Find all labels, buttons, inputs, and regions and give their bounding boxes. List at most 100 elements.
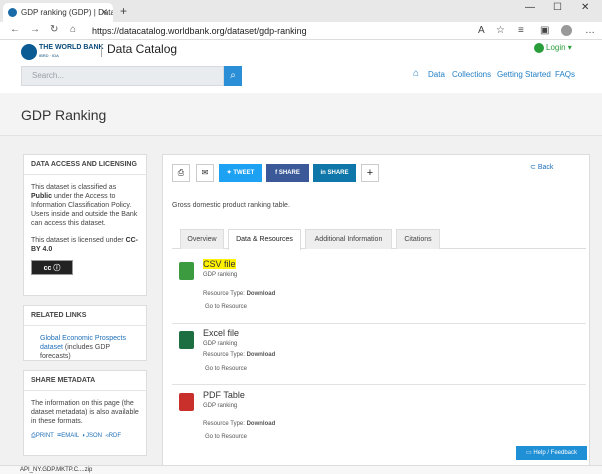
resource-type-value: Download — [246, 352, 276, 358]
world-bank-logo-text[interactable]: THE WORLD BANK IBRD · IDA — [39, 44, 104, 60]
read-aloud-icon[interactable]: A — [478, 25, 485, 36]
search-input[interactable]: Search... — [21, 66, 224, 86]
collections-icon[interactable]: ▣ — [540, 25, 549, 36]
email-link[interactable]: ✉EMAIL — [57, 433, 79, 439]
pdf-file-icon — [179, 393, 194, 411]
access-licensing-body: This dataset is classified as Public und… — [24, 175, 146, 283]
email-label: EMAIL — [61, 433, 79, 439]
header-divider — [101, 44, 102, 57]
new-tab-button[interactable]: + — [120, 3, 127, 19]
more-share-button[interactable]: + — [361, 164, 379, 182]
nav-data[interactable]: Data — [428, 70, 445, 79]
minimize-button[interactable]: — — [525, 2, 535, 13]
share-text: The information on this page (the datase… — [31, 400, 139, 425]
logo-line-1: THE WORLD BANK — [39, 44, 104, 51]
resource-type: Resource Type: Download — [203, 291, 275, 297]
email-button[interactable]: ✉ — [196, 164, 214, 182]
back-label: Back — [537, 164, 554, 171]
cc-by-badge-icon[interactable]: cc ⓘ — [31, 260, 73, 275]
print-label: PRINT — [35, 433, 54, 439]
catalog-title[interactable]: Data Catalog — [107, 42, 177, 56]
resource-type: Resource Type: Download — [203, 421, 275, 427]
email-icon: ✉ — [201, 168, 209, 177]
access-public: Public — [31, 193, 53, 200]
search-button[interactable]: ⌕ — [224, 66, 242, 86]
site-favicon-icon — [8, 8, 17, 17]
rdf-label: RDF — [108, 433, 122, 439]
tweet-button[interactable]: ✦ TWEET — [219, 164, 262, 182]
access-licensing-title: DATA ACCESS AND LICENSING — [24, 155, 146, 175]
share-metadata-panel: SHARE METADATA The information on this p… — [23, 370, 147, 456]
dataset-description: Gross domestic product ranking table. — [172, 202, 290, 209]
facebook-share-button[interactable]: f SHARE — [266, 164, 309, 182]
home-nav-icon[interactable]: ⌂ — [413, 68, 419, 79]
close-window-button[interactable]: ✕ — [581, 2, 589, 13]
related-links-panel: RELATED LINKS Global Economic Prospects … — [23, 305, 147, 361]
go-to-resource-link[interactable]: Go to Resource — [205, 304, 247, 310]
linkedin-share-button[interactable]: in SHARE — [313, 164, 356, 182]
browser-tab[interactable]: GDP ranking (GDP) | Data Catalo ✕ — [3, 3, 113, 22]
excel-file-icon — [179, 331, 194, 349]
home-icon[interactable]: ⌂ — [70, 24, 76, 35]
json-link[interactable]: ◐JSON — [82, 433, 102, 439]
resource-subtitle: GDP ranking — [203, 272, 238, 278]
access-text-1: This dataset is classified as — [31, 184, 117, 191]
favorite-star-icon[interactable]: ☆ — [496, 25, 505, 36]
resource-type-label: Resource Type: — [203, 352, 245, 358]
go-to-resource-link[interactable]: Go to Resource — [205, 434, 247, 440]
url-field[interactable]: https://datacatalog.worldbank.org/datase… — [92, 24, 472, 38]
print-button[interactable]: ⎙ — [172, 164, 190, 182]
login-button[interactable]: Login ▾ — [534, 42, 572, 54]
browser-tabstrip: GDP ranking (GDP) | Data Catalo ✕ + — ☐ … — [0, 0, 602, 22]
share-metadata-title: SHARE METADATA — [24, 371, 146, 391]
json-label: JSON — [85, 433, 102, 439]
tab-citations[interactable]: Citations — [396, 229, 440, 249]
go-to-resource-link[interactable]: Go to Resource — [205, 366, 247, 372]
resource-title[interactable]: PDF Table — [203, 390, 245, 400]
resource-type-value: Download — [246, 421, 276, 427]
nav-collections[interactable]: Collections — [452, 70, 491, 79]
csv-title: CSV file — [203, 259, 236, 269]
resource-subtitle: GDP ranking — [203, 403, 238, 409]
help-feedback-button[interactable]: ▭ Help / Feedback — [516, 446, 587, 460]
back-arrow-icon[interactable]: ← — [10, 24, 20, 35]
resource-separator — [172, 323, 586, 324]
tab-title: GDP ranking (GDP) | Data Catalo — [21, 8, 113, 17]
tab-additional-information[interactable]: Additional Information — [305, 229, 392, 249]
metadata-format-links: ⎙PRINT ✉EMAIL ◐JSON ⋖RDF — [31, 432, 139, 441]
tab-data-resources[interactable]: Data & Resources — [228, 229, 301, 250]
access-licensing-panel: DATA ACCESS AND LICENSING This dataset i… — [23, 154, 147, 296]
share-metadata-body: The information on this page (the datase… — [24, 391, 146, 449]
search-icon: ⌕ — [230, 70, 236, 81]
refresh-icon[interactable]: ↻ — [50, 24, 58, 35]
resource-title[interactable]: Excel file — [203, 328, 239, 338]
address-bar-row: ← → ↻ ⌂ https://datacatalog.worldbank.or… — [0, 22, 602, 40]
resource-type-label: Resource Type: — [203, 421, 245, 427]
profile-avatar-icon[interactable] — [561, 25, 572, 36]
tab-overview[interactable]: Overview — [180, 229, 224, 249]
print-link[interactable]: ⎙PRINT — [31, 433, 54, 439]
tweet-label: TWEET — [233, 170, 255, 176]
user-icon — [534, 42, 544, 53]
forward-arrow-icon[interactable]: → — [30, 24, 40, 35]
favorites-icon[interactable]: ≡ — [518, 25, 524, 36]
linkedin-share-label: SHARE — [327, 170, 349, 176]
resource-title[interactable]: CSV file — [203, 259, 236, 269]
logo-line-2: IBRD · IDA — [39, 53, 59, 58]
download-bar[interactable]: API_NY.GDP.MKTP.C....zip — [0, 465, 602, 474]
resource-separator — [172, 384, 586, 385]
back-link[interactable]: ⊂ Back — [530, 163, 553, 171]
help-label: Help / Feedback — [533, 450, 578, 456]
downloaded-file-name: API_NY.GDP.MKTP.C....zip — [20, 467, 93, 473]
more-menu-icon[interactable]: … — [585, 25, 595, 36]
license-text: This dataset is licensed under — [31, 237, 124, 244]
rdf-link[interactable]: ⋖RDF — [105, 433, 121, 439]
related-links-body: Global Economic Prospects dataset (inclu… — [24, 326, 146, 369]
nav-faqs[interactable]: FAQs — [555, 70, 575, 79]
world-bank-logo-icon[interactable] — [21, 44, 37, 60]
close-tab-icon[interactable]: ✕ — [100, 3, 108, 22]
resource-type-value: Download — [246, 291, 276, 297]
resource-type: Resource Type: Download — [203, 352, 275, 358]
nav-getting-started[interactable]: Getting Started — [497, 70, 551, 79]
maximize-button[interactable]: ☐ — [553, 2, 562, 13]
